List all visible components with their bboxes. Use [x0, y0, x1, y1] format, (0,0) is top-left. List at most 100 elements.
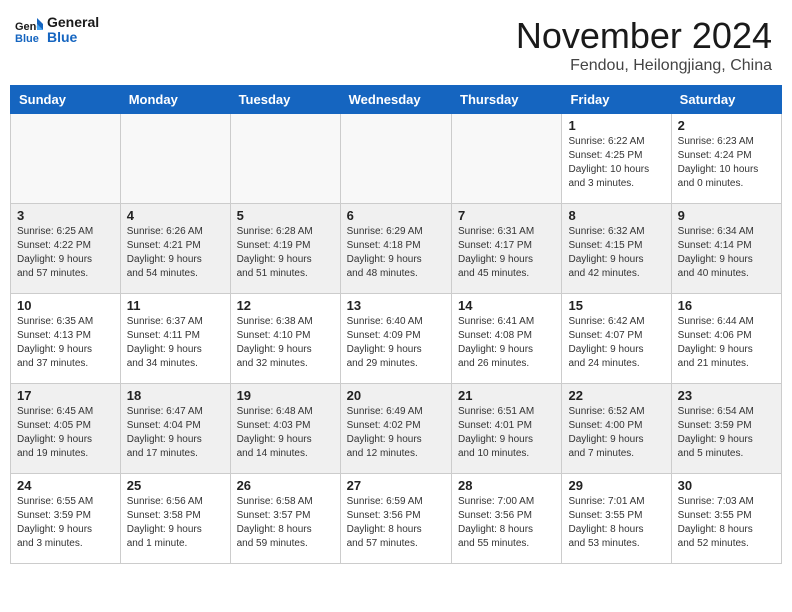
calendar-cell: 20 Sunrise: 6:49 AM Sunset: 4:02 PM Dayli… — [340, 384, 451, 474]
calendar-cell: 3 Sunrise: 6:25 AM Sunset: 4:22 PM Daylig… — [11, 204, 121, 294]
logo: General Blue General Blue — [15, 15, 99, 46]
calendar-cell: 23 Sunrise: 6:54 AM Sunset: 3:59 PM Dayli… — [671, 384, 781, 474]
logo-general: General — [47, 15, 99, 30]
calendar-week-1: 1 Sunrise: 6:22 AM Sunset: 4:25 PM Daylig… — [11, 114, 782, 204]
day-number: 17 — [17, 388, 114, 403]
day-info: Sunrise: 6:56 AM Sunset: 3:58 PM Dayligh… — [127, 495, 224, 551]
calendar-header-saturday: Saturday — [671, 86, 781, 114]
calendar-header-friday: Friday — [562, 86, 671, 114]
day-info: Sunrise: 6:49 AM Sunset: 4:02 PM Dayligh… — [347, 405, 445, 461]
day-info: Sunrise: 6:44 AM Sunset: 4:06 PM Dayligh… — [678, 315, 775, 371]
svg-text:Blue: Blue — [15, 33, 39, 44]
calendar-cell: 26 Sunrise: 6:58 AM Sunset: 3:57 PM Dayli… — [230, 474, 340, 564]
day-info: Sunrise: 6:48 AM Sunset: 4:03 PM Dayligh… — [237, 405, 334, 461]
day-number: 1 — [568, 118, 664, 133]
day-info: Sunrise: 6:52 AM Sunset: 4:00 PM Dayligh… — [568, 405, 664, 461]
calendar-cell: 30 Sunrise: 7:03 AM Sunset: 3:55 PM Dayli… — [671, 474, 781, 564]
day-number: 22 — [568, 388, 664, 403]
calendar-header-row: SundayMondayTuesdayWednesdayThursdayFrid… — [11, 86, 782, 114]
day-info: Sunrise: 6:26 AM Sunset: 4:21 PM Dayligh… — [127, 225, 224, 281]
day-info: Sunrise: 6:59 AM Sunset: 3:56 PM Dayligh… — [347, 495, 445, 551]
day-number: 26 — [237, 478, 334, 493]
calendar-cell — [120, 114, 230, 204]
day-number: 9 — [678, 208, 775, 223]
calendar-cell: 29Sunrise: 7:01 AM Sunset: 3:55 PM Dayli… — [562, 474, 671, 564]
calendar-cell: 2Sunrise: 6:23 AM Sunset: 4:24 PM Daylig… — [671, 114, 781, 204]
day-info: Sunrise: 6:25 AM Sunset: 4:22 PM Dayligh… — [17, 225, 114, 281]
day-number: 24 — [17, 478, 114, 493]
calendar: SundayMondayTuesdayWednesdayThursdayFrid… — [10, 85, 782, 564]
day-number: 21 — [458, 388, 555, 403]
calendar-cell: 19 Sunrise: 6:48 AM Sunset: 4:03 PM Dayli… — [230, 384, 340, 474]
calendar-body: 1 Sunrise: 6:22 AM Sunset: 4:25 PM Daylig… — [11, 114, 782, 564]
calendar-cell: 24Sunrise: 6:55 AM Sunset: 3:59 PM Dayli… — [11, 474, 121, 564]
calendar-header-tuesday: Tuesday — [230, 86, 340, 114]
day-number: 4 — [127, 208, 224, 223]
calendar-cell — [230, 114, 340, 204]
day-number: 15 — [568, 298, 664, 313]
calendar-week-5: 24Sunrise: 6:55 AM Sunset: 3:59 PM Dayli… — [11, 474, 782, 564]
day-info: Sunrise: 6:35 AM Sunset: 4:13 PM Dayligh… — [17, 315, 114, 371]
calendar-cell: 11 Sunrise: 6:37 AM Sunset: 4:11 PM Dayli… — [120, 294, 230, 384]
day-number: 6 — [347, 208, 445, 223]
calendar-cell: 8Sunrise: 6:32 AM Sunset: 4:15 PM Daylig… — [562, 204, 671, 294]
day-number: 23 — [678, 388, 775, 403]
page-header: General Blue General Blue November 2024 … — [0, 0, 792, 85]
day-number: 18 — [127, 388, 224, 403]
calendar-cell: 25 Sunrise: 6:56 AM Sunset: 3:58 PM Dayli… — [120, 474, 230, 564]
logo-icon: General Blue — [15, 16, 43, 44]
calendar-cell: 15Sunrise: 6:42 AM Sunset: 4:07 PM Dayli… — [562, 294, 671, 384]
calendar-cell: 14 Sunrise: 6:41 AM Sunset: 4:08 PM Dayli… — [452, 294, 562, 384]
day-number: 25 — [127, 478, 224, 493]
calendar-week-4: 17Sunrise: 6:45 AM Sunset: 4:05 PM Dayli… — [11, 384, 782, 474]
day-number: 11 — [127, 298, 224, 313]
day-number: 5 — [237, 208, 334, 223]
day-number: 19 — [237, 388, 334, 403]
month-title: November 2024 — [516, 15, 772, 57]
calendar-header-sunday: Sunday — [11, 86, 121, 114]
day-info: Sunrise: 6:41 AM Sunset: 4:08 PM Dayligh… — [458, 315, 555, 371]
day-info: Sunrise: 6:22 AM Sunset: 4:25 PM Dayligh… — [568, 135, 664, 191]
calendar-cell — [452, 114, 562, 204]
calendar-cell: 1 Sunrise: 6:22 AM Sunset: 4:25 PM Daylig… — [562, 114, 671, 204]
calendar-cell: 10 Sunrise: 6:35 AM Sunset: 4:13 PM Dayli… — [11, 294, 121, 384]
calendar-cell: 17Sunrise: 6:45 AM Sunset: 4:05 PM Dayli… — [11, 384, 121, 474]
day-number: 7 — [458, 208, 555, 223]
calendar-cell: 16 Sunrise: 6:44 AM Sunset: 4:06 PM Dayli… — [671, 294, 781, 384]
day-number: 27 — [347, 478, 445, 493]
day-number: 20 — [347, 388, 445, 403]
calendar-cell: 5Sunrise: 6:28 AM Sunset: 4:19 PM Daylig… — [230, 204, 340, 294]
calendar-cell: 13Sunrise: 6:40 AM Sunset: 4:09 PM Dayli… — [340, 294, 451, 384]
day-info: Sunrise: 6:38 AM Sunset: 4:10 PM Dayligh… — [237, 315, 334, 371]
day-info: Sunrise: 6:54 AM Sunset: 3:59 PM Dayligh… — [678, 405, 775, 461]
calendar-cell: 22 Sunrise: 6:52 AM Sunset: 4:00 PM Dayli… — [562, 384, 671, 474]
calendar-cell: 4 Sunrise: 6:26 AM Sunset: 4:21 PM Daylig… — [120, 204, 230, 294]
day-info: Sunrise: 6:37 AM Sunset: 4:11 PM Dayligh… — [127, 315, 224, 371]
calendar-cell: 27 Sunrise: 6:59 AM Sunset: 3:56 PM Dayli… — [340, 474, 451, 564]
day-info: Sunrise: 7:03 AM Sunset: 3:55 PM Dayligh… — [678, 495, 775, 551]
calendar-header-thursday: Thursday — [452, 86, 562, 114]
logo-blue: Blue — [47, 30, 99, 45]
title-section: November 2024 Fendou, Heilongjiang, Chin… — [516, 15, 772, 75]
calendar-header-monday: Monday — [120, 86, 230, 114]
day-info: Sunrise: 6:47 AM Sunset: 4:04 PM Dayligh… — [127, 405, 224, 461]
day-number: 10 — [17, 298, 114, 313]
day-number: 2 — [678, 118, 775, 133]
calendar-cell: 21Sunrise: 6:51 AM Sunset: 4:01 PM Dayli… — [452, 384, 562, 474]
day-number: 16 — [678, 298, 775, 313]
calendar-week-2: 3 Sunrise: 6:25 AM Sunset: 4:22 PM Daylig… — [11, 204, 782, 294]
day-number: 3 — [17, 208, 114, 223]
calendar-cell — [11, 114, 121, 204]
day-info: Sunrise: 6:29 AM Sunset: 4:18 PM Dayligh… — [347, 225, 445, 281]
calendar-cell: 9Sunrise: 6:34 AM Sunset: 4:14 PM Daylig… — [671, 204, 781, 294]
day-number: 8 — [568, 208, 664, 223]
day-number: 30 — [678, 478, 775, 493]
day-number: 12 — [237, 298, 334, 313]
day-info: Sunrise: 6:40 AM Sunset: 4:09 PM Dayligh… — [347, 315, 445, 371]
calendar-cell: 7 Sunrise: 6:31 AM Sunset: 4:17 PM Daylig… — [452, 204, 562, 294]
day-info: Sunrise: 6:58 AM Sunset: 3:57 PM Dayligh… — [237, 495, 334, 551]
day-info: Sunrise: 7:01 AM Sunset: 3:55 PM Dayligh… — [568, 495, 664, 551]
day-info: Sunrise: 6:31 AM Sunset: 4:17 PM Dayligh… — [458, 225, 555, 281]
day-number: 14 — [458, 298, 555, 313]
calendar-week-3: 10 Sunrise: 6:35 AM Sunset: 4:13 PM Dayli… — [11, 294, 782, 384]
